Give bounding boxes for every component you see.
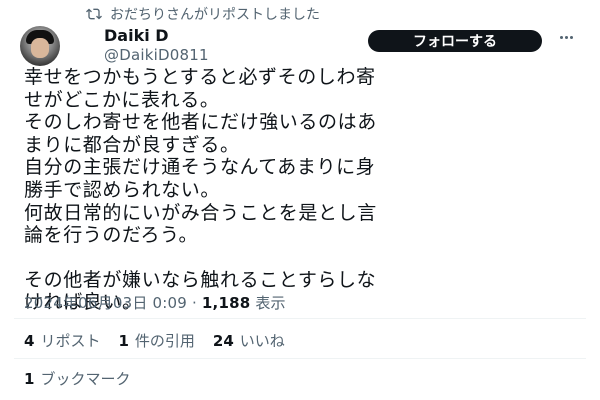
tweet-line: そのしわ寄せを他者にだけ強いるのはあ — [24, 111, 377, 134]
author-handle[interactable]: @DaikiD0811 — [104, 46, 209, 64]
quotes-stat[interactable]: 1 件の引用 — [118, 330, 194, 351]
tweet-line: まりに都合が良すぎる。 — [24, 133, 240, 156]
tweet-meta: 2024年06月03日 0:09 · 1,188 表示 — [24, 292, 286, 313]
timestamp[interactable]: 2024年06月03日 0:09 — [24, 294, 187, 312]
repost-banner[interactable]: おだちりさんがリポストしました — [86, 4, 320, 24]
tweet-line: 勝手で認められない。 — [24, 178, 221, 201]
more-icon-dot — [560, 36, 563, 39]
meta-separator: · — [191, 294, 197, 312]
divider — [14, 318, 586, 319]
avatar-face — [31, 38, 49, 58]
tweet-line: 自分の主張だけ通そうなんてあまりに身 — [24, 156, 376, 179]
reposts-count: 4 — [24, 332, 35, 350]
likes-count: 24 — [212, 332, 234, 350]
author-display-name[interactable]: Daiki D — [104, 26, 169, 45]
more-icon-dot — [565, 36, 568, 39]
tweet-line: 論を行うのだろう。 — [24, 224, 199, 247]
reposts-stat[interactable]: 4 リポスト — [24, 330, 100, 351]
views-count: 1,188 — [201, 294, 251, 312]
bookmarks-stat[interactable]: 1 ブックマーク — [24, 368, 130, 389]
views-label: 表示 — [255, 294, 286, 312]
quotes-count: 1 — [118, 332, 129, 350]
avatar[interactable] — [20, 26, 60, 66]
bookmarks-count: 1 — [24, 370, 35, 388]
engagement-stats: 4 リポスト 1 件の引用 24 いいね — [24, 330, 285, 351]
follow-button[interactable]: フォローする — [368, 30, 542, 52]
quotes-label: 件の引用 — [134, 332, 195, 350]
tweet-page: おだちりさんがリポストしました Daiki D @DaikiD0811 フォロー… — [0, 0, 600, 400]
tweet-line: 幸せをつかもうとすると必ずそのしわ寄 — [24, 66, 376, 88]
tweet-line: その他者が嫌いなら触れることすらしな — [24, 268, 377, 291]
repost-banner-text: おだちりさんがリポストしました — [110, 7, 320, 23]
divider — [14, 358, 586, 359]
tweet-line: せがどこかに表れる。 — [24, 88, 220, 111]
repost-icon — [86, 8, 102, 20]
tweet-line: 何故日常的にいがみ合うことを是とし言 — [24, 201, 377, 224]
more-icon[interactable] — [560, 36, 573, 39]
reposts-label: リポスト — [40, 332, 101, 350]
bookmarks-label: ブックマーク — [40, 370, 131, 388]
likes-label: いいね — [239, 332, 285, 350]
likes-stat[interactable]: 24 いいね — [213, 330, 285, 351]
tweet-text: 幸せをつかもうとすると必ずそのしわ寄 せがどこかに表れる。 そのしわ寄せを他者に… — [24, 66, 584, 314]
more-icon-dot — [570, 36, 573, 39]
